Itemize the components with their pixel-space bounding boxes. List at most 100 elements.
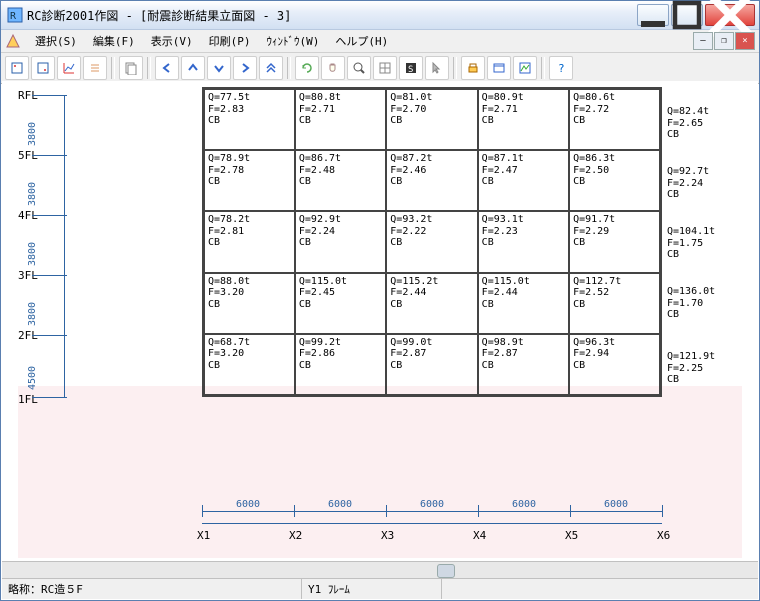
results-grid: Q=77.5tF=2.83CBQ=80.8tF=2.71CBQ=81.0tF=2… bbox=[202, 87, 662, 397]
close-button[interactable] bbox=[705, 4, 755, 26]
cell-f: F=2.24 bbox=[299, 226, 382, 238]
cell-f: F=2.87 bbox=[390, 348, 473, 360]
cell-q: Q=115.2t bbox=[390, 276, 473, 288]
grid-cell-outer: Q=104.1tF=1.75CB bbox=[667, 226, 715, 261]
cell-m: CB bbox=[390, 237, 473, 249]
cell-q: Q=93.1t bbox=[482, 214, 565, 226]
tool-dbl-up-icon[interactable] bbox=[259, 56, 283, 80]
tool-chart-icon[interactable] bbox=[57, 56, 81, 80]
grid-cell: Q=93.1tF=2.23CB bbox=[478, 211, 569, 272]
span-baseline bbox=[202, 511, 662, 512]
cell-m: CB bbox=[482, 360, 565, 372]
cell-f: F=2.45 bbox=[299, 287, 382, 299]
tool-copy-icon[interactable] bbox=[119, 56, 143, 80]
tool-chart2-icon[interactable] bbox=[513, 56, 537, 80]
axis-label: X3 bbox=[381, 529, 394, 542]
tool-hand-icon[interactable] bbox=[321, 56, 345, 80]
cell-q: Q=80.6t bbox=[573, 92, 656, 104]
cell-m: CB bbox=[390, 115, 473, 127]
cell-m: CB bbox=[573, 176, 656, 188]
svg-text:?: ? bbox=[558, 62, 565, 75]
grid-cell: Q=77.5tF=2.83CB bbox=[204, 89, 295, 151]
mdi-close[interactable]: × bbox=[735, 32, 755, 50]
menu-window[interactable]: ｳｨﾝﾄﾞｳ(W) bbox=[259, 31, 328, 51]
grid-cell: Q=80.9tF=2.71CB bbox=[478, 89, 569, 151]
svg-text:R: R bbox=[10, 11, 17, 22]
cell-f: F=3.20 bbox=[208, 287, 291, 299]
cell-q: Q=121.9t bbox=[667, 351, 715, 363]
tool-print-icon[interactable] bbox=[461, 56, 485, 80]
scrollbar-thumb[interactable] bbox=[437, 564, 455, 578]
menu-print[interactable]: 印刷(P) bbox=[201, 31, 259, 51]
tool-list-icon[interactable] bbox=[83, 56, 107, 80]
grid-cell: Q=87.2tF=2.46CB bbox=[386, 150, 477, 211]
cell-q: Q=77.5t bbox=[208, 92, 291, 104]
mdi-minimize[interactable]: – bbox=[693, 32, 713, 50]
level-tick bbox=[32, 397, 67, 398]
cell-m: CB bbox=[482, 237, 565, 249]
floor-label: 1FL bbox=[18, 393, 38, 406]
level-tick bbox=[32, 275, 67, 276]
grid-cell: Q=86.7tF=2.48CB bbox=[295, 150, 386, 211]
tool-window-icon[interactable] bbox=[487, 56, 511, 80]
grid-cell: Q=112.7tF=2.52CB bbox=[569, 273, 660, 334]
cell-f: F=2.24 bbox=[667, 178, 709, 190]
grid-cell: Q=68.7tF=3.20CB bbox=[204, 334, 295, 396]
tool-zoom-icon[interactable] bbox=[347, 56, 371, 80]
tool-help-icon[interactable]: ? bbox=[549, 56, 573, 80]
cell-q: Q=93.2t bbox=[390, 214, 473, 226]
grid-cell: Q=78.9tF=2.78CB bbox=[204, 150, 295, 211]
axis-label: X1 bbox=[197, 529, 210, 542]
grid-cell: Q=80.8tF=2.71CB bbox=[295, 89, 386, 151]
axis-label: X5 bbox=[565, 529, 578, 542]
cell-m: CB bbox=[390, 360, 473, 372]
cell-f: F=2.71 bbox=[299, 104, 382, 116]
canvas-area: RFL 5FL 4FL 3FL 2FL 1FL 3800 3800 3800 3… bbox=[2, 81, 758, 558]
tool-cursor-icon[interactable] bbox=[425, 56, 449, 80]
tool-left-icon[interactable] bbox=[155, 56, 179, 80]
axis-label: X2 bbox=[289, 529, 302, 542]
mdi-restore[interactable]: ❐ bbox=[714, 32, 734, 50]
level-tick bbox=[32, 155, 67, 156]
app-window: R RC診断2001作図 - [耐震診断結果立面図 - 3] 選択(S) 編集(… bbox=[0, 0, 760, 601]
tool-grid-icon[interactable] bbox=[373, 56, 397, 80]
grid-cell-outer: Q=92.7tF=2.24CB bbox=[667, 166, 709, 201]
menu-edit[interactable]: 編集(F) bbox=[85, 31, 143, 51]
menu-select[interactable]: 選択(S) bbox=[27, 31, 85, 51]
cell-f: F=2.22 bbox=[390, 226, 473, 238]
cell-m: CB bbox=[667, 249, 715, 261]
level-tick bbox=[32, 95, 67, 96]
cell-f: F=2.47 bbox=[482, 165, 565, 177]
tool-s-icon[interactable]: S bbox=[399, 56, 423, 80]
tool-up-icon[interactable] bbox=[181, 56, 205, 80]
maximize-button[interactable] bbox=[671, 4, 703, 26]
status-label: 略称： bbox=[8, 581, 41, 597]
cell-q: Q=87.2t bbox=[390, 153, 473, 165]
grid-cell: Q=99.0tF=2.87CB bbox=[386, 334, 477, 396]
tool-down-icon[interactable] bbox=[207, 56, 231, 80]
grid-cell-outer: Q=136.0tF=1.70CB bbox=[667, 286, 715, 321]
tool-refresh-icon[interactable] bbox=[295, 56, 319, 80]
minimize-button[interactable] bbox=[637, 4, 669, 26]
cell-q: Q=91.7t bbox=[573, 214, 656, 226]
title-bar: R RC診断2001作図 - [耐震診断結果立面図 - 3] bbox=[1, 1, 759, 30]
cell-m: CB bbox=[299, 115, 382, 127]
tool-right-icon[interactable] bbox=[233, 56, 257, 80]
horizontal-scrollbar[interactable] bbox=[2, 561, 758, 578]
drawing-canvas[interactable]: RFL 5FL 4FL 3FL 2FL 1FL 3800 3800 3800 3… bbox=[2, 81, 758, 558]
cell-m: CB bbox=[667, 189, 709, 201]
tool-1[interactable] bbox=[5, 56, 29, 80]
tool-2[interactable] bbox=[31, 56, 55, 80]
cell-q: Q=86.7t bbox=[299, 153, 382, 165]
cell-f: F=2.71 bbox=[482, 104, 565, 116]
cell-m: CB bbox=[208, 299, 291, 311]
menu-view[interactable]: 表示(V) bbox=[143, 31, 201, 51]
app-icon: R bbox=[7, 7, 23, 23]
span-baseline-2 bbox=[202, 523, 662, 524]
menu-help[interactable]: ヘルプ(H) bbox=[327, 31, 396, 51]
span-dim: 6000 bbox=[202, 499, 294, 510]
cell-m: CB bbox=[299, 360, 382, 372]
grid-cell: Q=115.2tF=2.44CB bbox=[386, 273, 477, 334]
grid-cell: Q=81.0tF=2.70CB bbox=[386, 89, 477, 151]
ground-region bbox=[18, 386, 742, 558]
